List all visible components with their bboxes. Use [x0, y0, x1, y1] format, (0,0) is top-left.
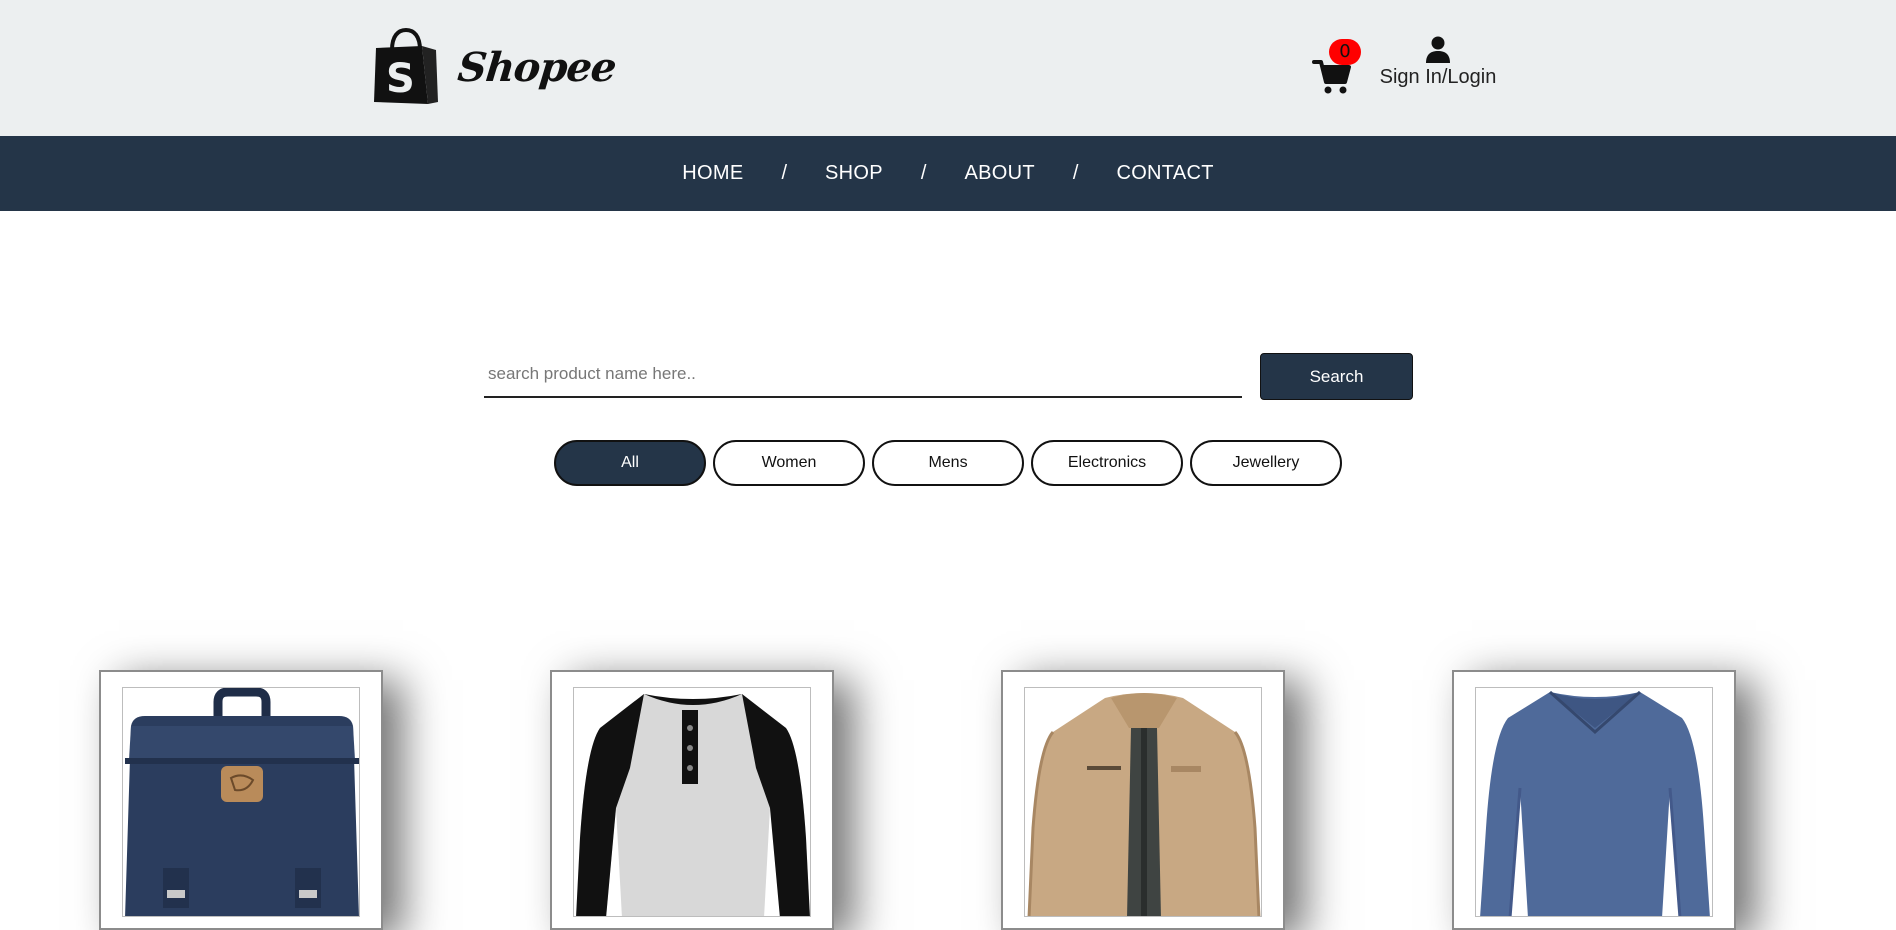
product-card[interactable] [99, 670, 383, 930]
filter-all[interactable]: All [554, 440, 706, 486]
brand-logo[interactable]: S Shopee [372, 28, 618, 106]
nav-separator: / [781, 162, 788, 184]
cart-count-badge: 0 [1329, 39, 1361, 65]
product-image [1475, 687, 1713, 917]
backpack-image [125, 688, 359, 916]
nav-separator: / [1072, 162, 1079, 184]
nav-shop[interactable]: SHOP [825, 162, 883, 185]
nav-contact[interactable]: CONTACT [1116, 162, 1213, 185]
product-image [1024, 687, 1262, 917]
product-image [573, 687, 811, 917]
jacket-image [1027, 693, 1261, 916]
product-card[interactable] [1452, 670, 1736, 930]
search-button[interactable]: Search [1260, 353, 1413, 400]
signin-link[interactable]: Sign In/Login [1376, 36, 1500, 89]
signin-label: Sign In/Login [1379, 66, 1497, 88]
product-image [122, 687, 360, 917]
shopping-bag-icon: S [374, 28, 438, 104]
user-icon [1426, 36, 1450, 63]
product-card[interactable] [550, 670, 834, 930]
filter-mens[interactable]: Mens [872, 440, 1024, 486]
search-input[interactable] [484, 352, 1242, 398]
brand-name: Shopee [455, 43, 618, 91]
long-sleeve-shirt-image [1480, 690, 1710, 916]
product-card[interactable] [1001, 670, 1285, 930]
nav-separator: / [920, 162, 927, 184]
filter-jewellery[interactable]: Jewellery [1190, 440, 1342, 486]
raglan-shirt-image [576, 694, 810, 916]
nav-home[interactable]: HOME [682, 162, 743, 185]
filter-electronics[interactable]: Electronics [1031, 440, 1183, 486]
nav-about[interactable]: ABOUT [964, 162, 1034, 185]
category-filters: All Women Mens Electronics Jewellery [554, 440, 1342, 486]
main-nav: HOME / SHOP / ABOUT / CONTACT [0, 136, 1896, 211]
svg-text:S: S [386, 56, 415, 102]
top-header: S Shopee 0 Sign In/Login [0, 0, 1896, 136]
filter-women[interactable]: Women [713, 440, 865, 486]
